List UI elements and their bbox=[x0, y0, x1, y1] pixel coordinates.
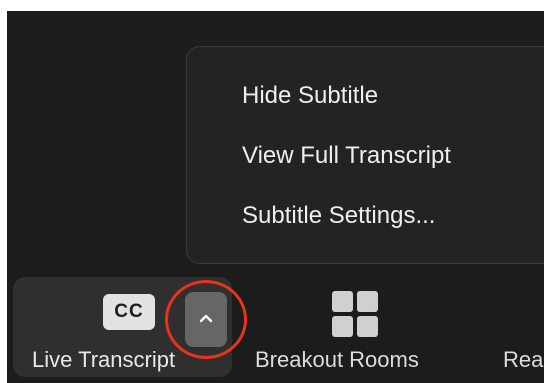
menu-item-subtitle-settings[interactable]: Subtitle Settings... bbox=[242, 201, 435, 231]
meeting-toolbar: CC Live Transcript Breakout Rooms Rea bbox=[7, 271, 544, 383]
meeting-window: Hide Subtitle View Full Transcript Subti… bbox=[7, 11, 544, 383]
breakout-rooms-button[interactable]: Breakout Rooms bbox=[247, 277, 457, 377]
chevron-up-icon bbox=[199, 314, 213, 323]
live-transcript-label: Live Transcript bbox=[32, 347, 176, 372]
menu-item-view-full-transcript[interactable]: View Full Transcript bbox=[242, 141, 451, 171]
live-transcript-options-button[interactable] bbox=[185, 292, 227, 347]
menu-item-hide-subtitle[interactable]: Hide Subtitle bbox=[242, 81, 378, 111]
reactions-button[interactable]: Rea bbox=[487, 277, 544, 377]
breakout-rooms-label: Breakout Rooms bbox=[255, 347, 419, 372]
closed-captions-icon: CC bbox=[103, 294, 155, 330]
reactions-label: Rea bbox=[503, 347, 544, 372]
grid-icon bbox=[332, 291, 378, 337]
live-transcript-options-menu: Hide Subtitle View Full Transcript Subti… bbox=[186, 46, 544, 264]
